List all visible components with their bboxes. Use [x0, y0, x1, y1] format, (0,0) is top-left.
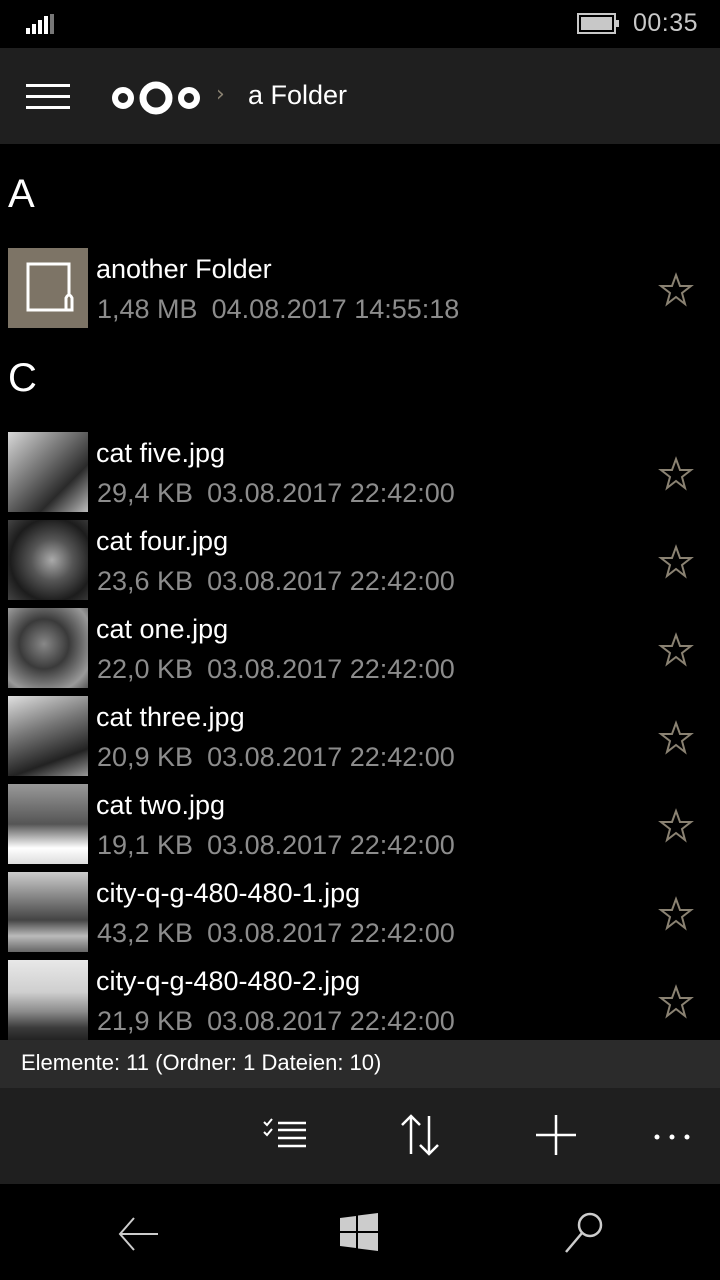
windows-start-icon[interactable] [336, 1208, 384, 1256]
breadcrumb-current-folder: a Folder [248, 80, 348, 110]
more-icon[interactable] [647, 1110, 697, 1160]
item-size: 19,1 KB [97, 830, 194, 860]
hamburger-menu-button[interactable] [26, 84, 70, 110]
battery-icon [577, 13, 619, 34]
item-name: cat four.jpg [96, 526, 229, 556]
clock: 00:35 [632, 9, 698, 37]
item-meta: 21,9 KB 03.08.2017 22:42:00 [97, 1006, 455, 1037]
app-header: › a Folder [0, 48, 720, 144]
item-size: 29,4 KB [97, 478, 194, 508]
item-date: 04.08.2017 14:55:18 [211, 294, 460, 324]
item-meta: 29,4 KB 03.08.2017 22:42:00 [97, 478, 455, 509]
favorite-star-icon[interactable] [658, 896, 694, 932]
item-size: 43,2 KB [97, 918, 194, 948]
status-bar: 00:35 [0, 0, 720, 48]
image-thumbnail [8, 608, 88, 688]
list-item-file[interactable]: cat five.jpg 29,4 KB 03.08.2017 22:42:00 [0, 432, 720, 520]
item-date: 03.08.2017 22:42:00 [207, 742, 455, 772]
favorite-star-icon[interactable] [658, 272, 694, 308]
system-nav-bar [0, 1184, 720, 1280]
list-item-file[interactable]: cat three.jpg 20,9 KB 03.08.2017 22:42:00 [0, 696, 720, 784]
list-item-folder[interactable]: another Folder 1,48 MB 04.08.2017 14:55:1… [0, 248, 720, 336]
item-name: cat five.jpg [96, 438, 226, 468]
hamburger-icon [26, 84, 70, 87]
signal-bars-icon [26, 14, 54, 34]
list-item-file[interactable]: cat four.jpg 23,6 KB 03.08.2017 22:42:00 [0, 520, 720, 608]
image-thumbnail [8, 520, 88, 600]
folder-icon [26, 262, 74, 312]
favorite-star-icon[interactable] [658, 632, 694, 668]
item-meta: 20,9 KB 03.08.2017 22:42:00 [97, 742, 455, 773]
item-name: another Folder [96, 254, 272, 284]
item-date: 03.08.2017 22:42:00 [207, 566, 455, 596]
item-date: 03.08.2017 22:42:00 [207, 1006, 455, 1036]
back-arrow-icon[interactable] [112, 1208, 160, 1256]
item-size: 20,9 KB [97, 742, 194, 772]
item-name: city-q-g-480-480-2.jpg [96, 966, 361, 996]
summary-bar: Elemente: 11 (Ordner: 1 Dateien: 10) [0, 1040, 720, 1088]
folder-thumbnail [8, 248, 88, 328]
image-thumbnail [8, 960, 88, 1040]
item-meta: 22,0 KB 03.08.2017 22:42:00 [97, 654, 455, 685]
image-thumbnail [8, 696, 88, 776]
favorite-star-icon[interactable] [658, 808, 694, 844]
item-date: 03.08.2017 22:42:00 [207, 478, 455, 508]
list-item-file[interactable]: cat one.jpg 22,0 KB 03.08.2017 22:42:00 [0, 608, 720, 696]
favorite-star-icon[interactable] [658, 720, 694, 756]
file-list[interactable]: A another Folder 1,48 MB 04.08.2017 14:55… [0, 144, 720, 1040]
group-header-a: A [8, 172, 35, 216]
item-name: cat three.jpg [96, 702, 245, 732]
item-meta: 19,1 KB 03.08.2017 22:42:00 [97, 830, 455, 861]
hamburger-line [26, 106, 70, 109]
select-list-icon[interactable] [260, 1110, 310, 1160]
favorite-star-icon[interactable] [658, 984, 694, 1020]
favorite-star-icon[interactable] [658, 544, 694, 580]
list-item-file[interactable]: city-q-g-480-480-1.jpg 43,2 KB 03.08.2017… [0, 872, 720, 960]
item-size: 23,6 KB [97, 566, 194, 596]
app-command-bar [0, 1088, 720, 1184]
item-meta: 1,48 MB 04.08.2017 14:55:18 [97, 294, 459, 325]
item-date: 03.08.2017 22:42:00 [207, 654, 455, 684]
image-thumbnail [8, 784, 88, 864]
favorite-star-icon[interactable] [658, 456, 694, 492]
item-size: 1,48 MB [97, 294, 198, 324]
item-name: cat one.jpg [96, 614, 229, 644]
image-thumbnail [8, 872, 88, 952]
group-header-c: C [8, 356, 37, 400]
breadcrumb-separator: › [216, 82, 225, 107]
list-item-file[interactable]: cat two.jpg 19,1 KB 03.08.2017 22:42:00 [0, 784, 720, 872]
item-size: 22,0 KB [97, 654, 194, 684]
item-meta: 23,6 KB 03.08.2017 22:42:00 [97, 566, 455, 597]
image-thumbnail [8, 432, 88, 512]
item-date: 03.08.2017 22:42:00 [207, 830, 455, 860]
item-size: 21,9 KB [97, 1006, 194, 1036]
add-icon[interactable] [531, 1110, 581, 1160]
sort-icon[interactable] [395, 1110, 445, 1160]
item-name: city-q-g-480-480-1.jpg [96, 878, 361, 908]
item-name: cat two.jpg [96, 790, 226, 820]
item-meta: 43,2 KB 03.08.2017 22:42:00 [97, 918, 455, 949]
hamburger-line [26, 95, 70, 98]
nextcloud-logo[interactable] [110, 78, 202, 118]
item-date: 03.08.2017 22:42:00 [207, 918, 455, 948]
item-count-summary: Elemente: 11 (Ordner: 1 Dateien: 10) [21, 1050, 382, 1075]
search-icon[interactable] [560, 1208, 608, 1256]
list-item-file[interactable]: city-q-g-480-480-2.jpg 21,9 KB 03.08.2017… [0, 960, 720, 1040]
